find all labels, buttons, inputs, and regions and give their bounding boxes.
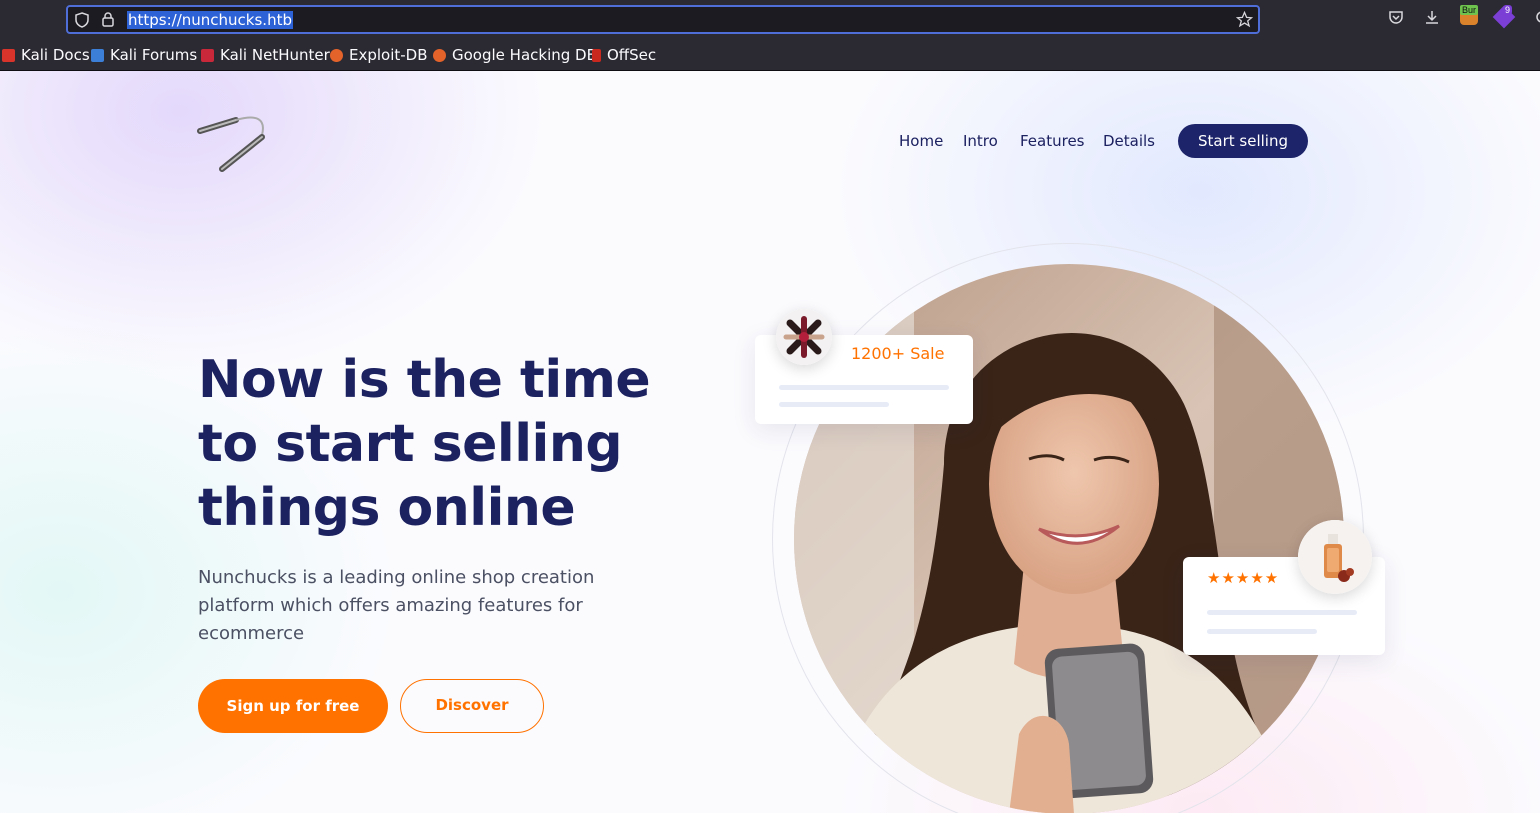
- url-bar[interactable]: https://nunchucks.htb: [66, 5, 1260, 34]
- page: Home Intro Features Details Start sellin…: [0, 71, 1540, 813]
- offsec-icon: [592, 48, 601, 62]
- hero-title-line: things online: [198, 478, 576, 538]
- placeholder-line: [779, 402, 889, 407]
- placeholder-line: [1207, 629, 1317, 634]
- kali-nethunter-icon: [201, 48, 214, 62]
- url-text[interactable]: https://nunchucks.htb: [127, 11, 293, 29]
- nav-intro[interactable]: Intro: [963, 132, 998, 150]
- nav-details[interactable]: Details: [1103, 132, 1155, 150]
- shield-icon[interactable]: [75, 12, 89, 31]
- sales-count-text: 1200+ Sale: [851, 344, 945, 363]
- bookmark-kali-docs[interactable]: Kali Docs: [2, 46, 90, 64]
- bookmarks-bar: Kali Docs Kali Forums Kali NetHunter Exp…: [0, 39, 1540, 71]
- perfume-product-thumbnail: [1298, 520, 1372, 594]
- google-hacking-db-icon: [433, 48, 446, 62]
- browser-toolbar: https://nunchucks.htb Bur 9: [0, 0, 1540, 39]
- kali-docs-icon: [2, 48, 15, 62]
- bookmark-star-icon[interactable]: [1235, 10, 1254, 31]
- nunchucks-logo[interactable]: [196, 111, 276, 181]
- hero-description: Nunchucks is a leading online shop creat…: [198, 567, 595, 644]
- hero-title-line: to start selling: [198, 414, 623, 474]
- extension-badge: 9: [1503, 5, 1513, 15]
- settings-icon[interactable]: [1528, 9, 1540, 29]
- download-icon[interactable]: [1422, 9, 1442, 29]
- bookmark-kali-nethunter[interactable]: Kali NetHunter: [201, 46, 330, 64]
- hero-title: Now is the time to start selling things …: [198, 348, 678, 540]
- bookmark-kali-forums[interactable]: Kali Forums: [91, 46, 197, 64]
- hero-title-line: Now is the time: [198, 350, 651, 410]
- placeholder-line: [1207, 610, 1357, 615]
- nav-features[interactable]: Features: [1020, 132, 1085, 150]
- lipstick-product-thumbnail: [776, 309, 832, 365]
- burp-extension-icon[interactable]: Bur: [1460, 5, 1479, 25]
- exploit-db-icon: [330, 48, 343, 62]
- kali-forums-icon: [91, 48, 104, 62]
- start-selling-button[interactable]: Start selling: [1178, 124, 1308, 158]
- bookmark-exploit-db[interactable]: Exploit-DB: [330, 46, 428, 64]
- rating-stars: ★★★★★: [1207, 570, 1280, 587]
- discover-button[interactable]: Discover: [400, 679, 544, 733]
- pocket-icon[interactable]: [1386, 9, 1406, 29]
- bookmark-google-hacking-db[interactable]: Google Hacking DB: [433, 46, 597, 64]
- nav-home[interactable]: Home: [899, 132, 943, 150]
- lock-icon[interactable]: [102, 12, 114, 30]
- signup-button[interactable]: Sign up for free: [198, 679, 388, 733]
- placeholder-line: [779, 385, 949, 390]
- bookmark-offsec[interactable]: OffSec: [592, 46, 656, 64]
